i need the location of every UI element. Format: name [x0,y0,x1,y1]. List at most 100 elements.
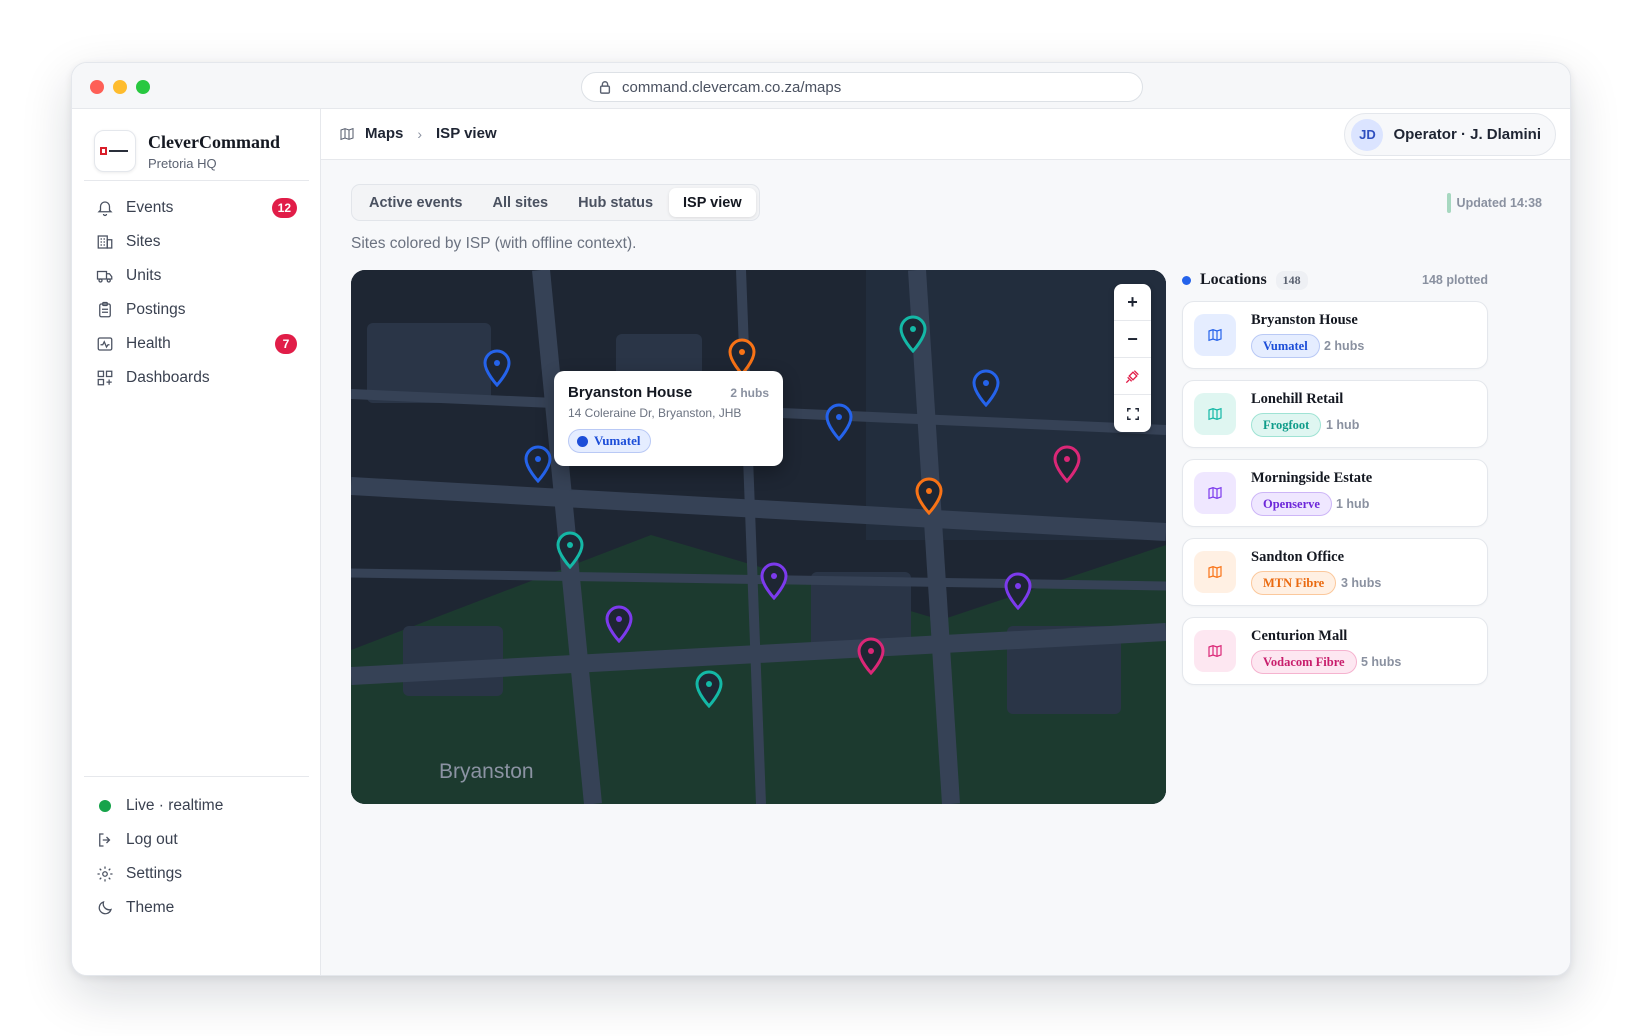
nav-item-postings[interactable]: Postings [84,293,309,327]
map-pin-frogfoot[interactable] [898,315,928,353]
satellite-layer-button[interactable] [1114,358,1151,395]
moon-icon [98,901,112,915]
map-pin-vumatel[interactable] [971,369,1001,407]
updated-label: Updated 14:38 [1456,196,1542,210]
location-name: Bryanston House [1251,312,1358,328]
sidebar: CleverCommand Pretoria HQ Events 12 Site… [72,109,321,975]
isp-chip: Vodacom Fibre [1251,650,1357,674]
view-tabs: Active events All sites Hub status ISP v… [351,184,760,221]
tab-isp-view[interactable]: ISP view [669,188,756,217]
nav-item-health[interactable]: Health 7 [84,327,309,361]
map-pin-vumatel[interactable] [824,403,854,441]
address-bar[interactable]: command.clevercam.co.za/maps [581,72,1143,102]
browser-window: command.clevercam.co.za/maps CleverComma… [71,62,1571,976]
theme-button[interactable]: Theme [84,891,309,925]
lock-icon [599,81,611,94]
map-icon [1194,472,1236,514]
location-card[interactable]: Sandton Office MTN Fibre 3 hubs [1182,538,1488,606]
tab-active-events[interactable]: Active events [355,188,477,217]
live-indicator-dot [99,800,111,812]
map-icon [1194,551,1236,593]
maximize-window-button[interactable] [136,80,150,94]
satellite-icon [1125,370,1139,384]
zoom-out-button[interactable]: − [1114,321,1151,358]
url-text: command.clevercam.co.za/maps [622,78,842,96]
brand-logo [94,130,136,172]
site-popup[interactable]: Bryanston House 2 hubs 14 Coleraine Dr, … [554,371,783,466]
nav-item-events[interactable]: Events 12 [84,191,309,225]
browser-titlebar: command.clevercam.co.za/maps [72,63,1570,109]
zoom-in-button[interactable]: + [1114,284,1151,321]
main-nav: Events 12 Sites Units Postings Health 7 [84,191,309,395]
nav-label: Dashboards [126,369,210,386]
theme-label: Theme [126,899,175,916]
nav-item-dashboards[interactable]: Dashboards [84,361,309,395]
bottom-nav: Live · realtime Log out Settings Theme [84,789,309,925]
events-count-badge: 12 [271,198,297,218]
settings-button[interactable]: Settings [84,857,309,891]
operator-menu[interactable]: JD Operator · J. Dlamini [1344,113,1556,156]
map-icon [1194,314,1236,356]
nav-label: Postings [126,301,186,318]
brand-title: CleverCommand [148,131,280,152]
isp-chip: Frogfoot [1251,413,1322,437]
location-card[interactable]: Bryanston House Vumatel 2 hubs [1182,301,1488,369]
nav-item-units[interactable]: Units [84,259,309,293]
locations-plotted: 148 plotted [1422,273,1488,287]
popup-address: 14 Coleraine Dr, Bryanston, JHB [568,406,742,420]
popup-isp-label: Vumatel [594,433,641,448]
divider [84,776,309,777]
location-card[interactable]: Morningside Estate Openserve 1 hub [1182,459,1488,527]
map-pin-openserve[interactable] [759,562,789,600]
fullscreen-button[interactable] [1114,395,1151,432]
map-pin-vodacom-fibre[interactable] [856,637,886,675]
nav-label: Sites [126,233,161,250]
location-card[interactable]: Centurion Mall Vodacom Fibre 5 hubs [1182,617,1488,685]
logout-button[interactable]: Log out [84,823,309,857]
close-window-button[interactable] [90,80,104,94]
map-pin-mtn-fibre[interactable] [914,477,944,515]
minimize-window-button[interactable] [113,80,127,94]
logout-icon [99,833,111,847]
location-hubs: 1 hub [1326,418,1360,432]
locations-dot [1182,275,1191,285]
map-background [351,270,1166,804]
tab-all-sites[interactable]: All sites [479,188,563,217]
map-pin-vumatel[interactable] [482,349,512,387]
location-name: Morningside Estate [1251,470,1373,486]
tab-hub-status[interactable]: Hub status [564,188,667,217]
breadcrumb-maps[interactable]: Maps [365,125,403,142]
map-icon [1194,393,1236,435]
location-card[interactable]: Lonehill Retail Frogfoot 1 hub [1182,380,1488,448]
building-icon [97,235,113,249]
locations-header: Locations 148 148 plotted [1182,270,1488,290]
map-pin-vumatel[interactable] [523,445,553,483]
map-icon [1194,630,1236,672]
map-view[interactable]: Bryanston House 2 hubs 14 Coleraine Dr, … [351,270,1166,804]
avatar: JD [1351,118,1384,151]
map-pin-vodacom-fibre[interactable] [1052,445,1082,483]
updated-timestamp: Updated 14:38 [1446,193,1542,213]
page-subtitle: Sites colored by ISP (with offline conte… [351,235,637,252]
popup-hubs: 2 hubs [730,386,769,400]
location-hubs: 5 hubs [1361,655,1402,669]
map-pin-openserve[interactable] [1003,572,1033,610]
popup-isp-chip: Vumatel [568,429,652,453]
isp-chip: Vumatel [1251,334,1320,358]
breadcrumb: Maps › ISP view [339,125,497,142]
map-pin-frogfoot[interactable] [555,531,585,569]
activity-icon [97,337,113,351]
location-hubs: 2 hubs [1324,339,1365,353]
nav-label: Health [126,335,171,352]
top-bar: Maps › ISP view JD Operator · J. Dlamini [321,109,1570,160]
truck-icon [96,270,113,283]
map-pin-openserve[interactable] [604,605,634,643]
map-pin-frogfoot[interactable] [694,670,724,708]
brand[interactable]: CleverCommand Pretoria HQ [94,130,280,172]
isp-color-dot [577,435,588,447]
logout-label: Log out [126,831,178,848]
operator-label: Operator · J. Dlamini [1393,126,1541,143]
nav-item-sites[interactable]: Sites [84,225,309,259]
settings-label: Settings [126,865,183,882]
locations-title: Locations [1200,271,1267,288]
